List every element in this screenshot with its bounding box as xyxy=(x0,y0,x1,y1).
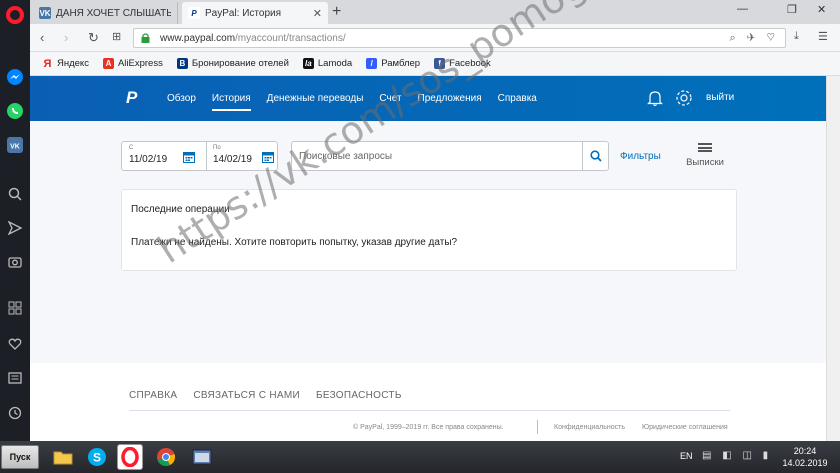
back-icon[interactable]: ‹ xyxy=(40,30,44,45)
gear-icon[interactable] xyxy=(675,89,693,107)
lock-icon xyxy=(141,33,150,43)
logout-link[interactable]: выйти xyxy=(706,92,734,103)
start-button[interactable]: Пуск xyxy=(1,445,39,469)
lamoda-icon: la xyxy=(302,58,314,69)
opera-sidebar: VK xyxy=(0,0,30,441)
speed-dial-icon[interactable] xyxy=(5,298,25,318)
svg-text:S: S xyxy=(93,451,101,465)
address-bar: ‹ › ↻ ⊞ www.paypal.com/myaccount/transac… xyxy=(30,24,840,52)
footer-divider xyxy=(129,410,730,411)
footer-help-link[interactable]: СПРАВКА xyxy=(129,390,177,401)
bookmark-label: Яндекс xyxy=(57,58,89,69)
bell-icon[interactable] xyxy=(647,89,663,107)
bookmark-label: Бронирование отелей xyxy=(191,58,289,69)
date-to-value: 14/02/19 xyxy=(213,154,252,165)
rambler-icon: / xyxy=(366,58,378,69)
date-from-value: 11/02/19 xyxy=(129,154,168,165)
footer-contact-link[interactable]: СВЯЗАТЬСЯ С НАМИ xyxy=(193,390,300,401)
taskbar: Пуск S EN ▤ ◧ ◫ ▮ 20:24 14.02.2019 xyxy=(0,441,840,473)
vk-icon: VK xyxy=(39,7,51,19)
app-window-icon[interactable] xyxy=(189,444,215,470)
language-indicator[interactable]: EN xyxy=(680,451,693,461)
bookmark-lamoda[interactable]: la Lamoda xyxy=(302,58,353,69)
explorer-icon[interactable] xyxy=(50,444,76,470)
filters-link[interactable]: Фильтры xyxy=(620,151,661,162)
copyright: © PayPal, 1999–2019 гг. Все права сохран… xyxy=(353,424,504,431)
bookmark-aliexpress[interactable]: A AliExpress xyxy=(102,58,163,69)
url-path: /myaccount/transactions/ xyxy=(235,33,346,44)
url-host: www.paypal.com xyxy=(160,33,236,44)
close-window-button[interactable]: ✕ xyxy=(817,3,826,16)
forward-icon[interactable]: › xyxy=(64,30,68,45)
news-icon[interactable] xyxy=(5,368,25,388)
nav-history[interactable]: История xyxy=(204,76,259,121)
tabs-grid-icon[interactable]: ⊞ xyxy=(112,30,121,43)
send-icon[interactable] xyxy=(5,218,25,238)
date-from-field[interactable]: С 11/02/19 xyxy=(127,142,195,170)
privacy-link[interactable]: Конфиденциальность xyxy=(554,424,625,431)
paypal-logo-icon[interactable]: P xyxy=(126,88,137,108)
camera-icon[interactable] xyxy=(5,252,25,272)
footer-security-link[interactable]: БЕЗОПАСНОСТЬ xyxy=(316,390,402,401)
search-icon xyxy=(589,150,602,162)
bookmark-booking[interactable]: B Бронирование отелей xyxy=(176,58,289,69)
easy-setup-icon[interactable]: ☰ xyxy=(818,30,828,43)
statements-label: Выписки xyxy=(686,157,724,168)
paypal-page: P Обзор История Денежные переводы Счет П… xyxy=(30,76,826,441)
aliexpress-icon: A xyxy=(102,58,114,69)
bookmark-yandex[interactable]: Я Яндекс xyxy=(42,57,89,70)
page-scrollbar[interactable] xyxy=(826,76,840,441)
search-icon[interactable] xyxy=(5,184,25,204)
restore-button[interactable]: ❐ xyxy=(787,3,797,16)
footer-separator xyxy=(537,420,538,434)
new-tab-button[interactable]: + xyxy=(332,3,341,21)
date-from-label: С xyxy=(129,145,134,151)
opera-taskbar-icon[interactable] xyxy=(117,444,143,470)
nav-overview[interactable]: Обзор xyxy=(159,76,204,121)
clock[interactable]: 20:24 14.02.2019 xyxy=(774,445,836,469)
tray-icons[interactable]: ▤ ◧ ◫ ▮ xyxy=(702,450,772,461)
reload-icon[interactable]: ↻ xyxy=(88,30,99,46)
booking-icon: B xyxy=(176,58,188,69)
vk-messenger-icon[interactable]: VK xyxy=(5,135,25,155)
yandex-icon: Я xyxy=(43,57,52,70)
tab-bar: VK ДАНЯ ХОЧЕТ СЛЫШАТЬ ДЕ P PayPal: Истор… xyxy=(30,0,840,24)
whatsapp-icon[interactable] xyxy=(5,101,25,121)
clock-time: 20:24 xyxy=(793,446,817,456)
history-icon[interactable] xyxy=(5,403,25,423)
skype-icon[interactable]: S xyxy=(84,444,110,470)
footer: СПРАВКА СВЯЗАТЬСЯ С НАМИ БЕЗОПАСНОСТЬ © … xyxy=(30,363,826,441)
messenger-icon[interactable] xyxy=(5,67,25,87)
minimize-button[interactable]: — xyxy=(737,3,748,15)
clock-date: 14.02.2019 xyxy=(782,458,828,468)
statements-button[interactable]: Выписки xyxy=(686,143,724,168)
legal-link[interactable]: Юридические соглашения xyxy=(642,424,728,431)
close-tab-icon[interactable]: ✕ xyxy=(313,7,322,20)
date-to-label: По xyxy=(213,145,221,151)
opera-menu-icon[interactable] xyxy=(6,6,24,24)
chrome-icon[interactable] xyxy=(153,444,179,470)
paypal-icon: P xyxy=(188,7,200,19)
download-icon[interactable]: ⤓ xyxy=(794,30,799,43)
nav-help[interactable]: Справка xyxy=(490,76,545,121)
calendar-icon[interactable] xyxy=(183,151,195,163)
menu-lines-icon xyxy=(698,143,712,152)
search-button[interactable] xyxy=(582,142,608,170)
bookmark-label: AliExpress xyxy=(117,58,163,69)
svg-text:VK: VK xyxy=(10,144,20,151)
tab-paypal[interactable]: P PayPal: История ✕ xyxy=(182,2,328,24)
url-actions[interactable]: ⌕ ✈ ♡ xyxy=(730,32,779,45)
bookmark-label: Lamoda xyxy=(317,58,353,69)
heart-icon[interactable] xyxy=(5,334,25,354)
tab-title: PayPal: История xyxy=(205,7,282,19)
tab-vk[interactable]: VK ДАНЯ ХОЧЕТ СЛЫШАТЬ ДЕ xyxy=(33,2,178,24)
tab-title: ДАНЯ ХОЧЕТ СЛЫШАТЬ ДЕ xyxy=(56,7,171,19)
start-label: Пуск xyxy=(9,452,31,462)
